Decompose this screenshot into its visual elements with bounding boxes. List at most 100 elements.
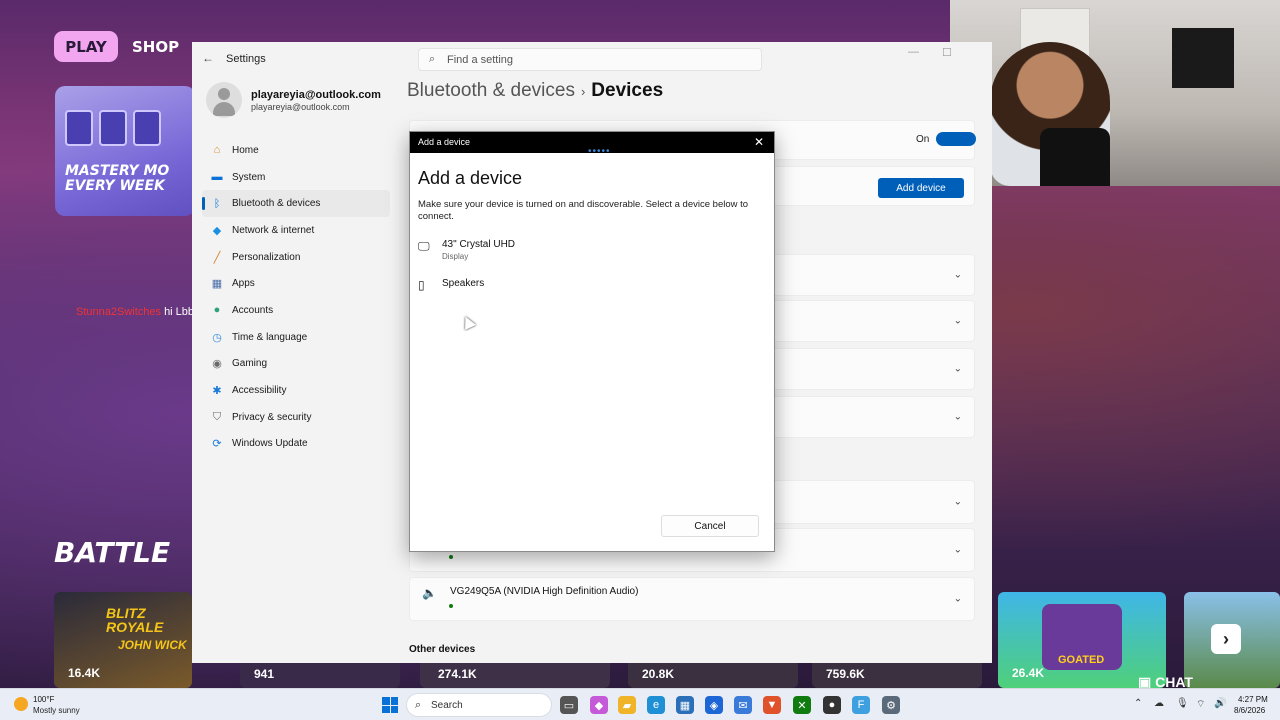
sidebar-item-home[interactable]: ⌂ Home [202,137,390,164]
taskbar-search-label: Search [431,700,463,711]
add-device-button[interactable]: Add device [878,178,964,198]
dialog-window-title: Add a device [418,137,471,147]
profile-name: playareyia@outlook.com [251,89,381,101]
speaker-icon: ▯ [418,278,425,292]
maximize-icon[interactable]: ☐ [942,46,952,59]
tile-title: GOATED [1058,654,1105,666]
promo-card[interactable]: MASTERY MO EVERY WEEK [55,86,195,216]
mail-icon[interactable]: ✉ [734,696,752,714]
sidebar-item-label: System [232,171,266,183]
promo-tile [133,110,161,146]
monitor-icon: 🖵 [418,239,430,253]
chat-username: Stunna2Switches [76,306,161,318]
edge-icon[interactable]: e [647,696,665,714]
sidebar-item-label: Gaming [232,358,268,370]
minimize-icon[interactable]: — [908,46,919,58]
stream-chat-line: Stunna2Switches hi Lbby [76,306,200,318]
sidebar-item-system[interactable]: ▬ System [202,164,390,191]
chevron-up-icon[interactable]: ⌃ [1134,698,1142,709]
chevron-down-icon: ⌄ [953,544,962,556]
file-explorer-icon[interactable]: ▰ [618,696,636,714]
taskbar-search[interactable]: ⌕ Search [406,693,552,717]
sidebar-item-label: Bluetooth & devices [232,198,321,210]
chevron-down-icon: ⌄ [953,496,962,508]
cancel-button[interactable]: Cancel [661,515,759,537]
settings-search-input[interactable]: ⌕ Find a setting [418,48,762,71]
settings-titlebar: ← Settings ⌕ Find a setting — ☐ [192,42,992,74]
close-icon[interactable]: ✕ [754,135,764,149]
player-count: 26.4K [1012,666,1045,680]
back-arrow-icon[interactable]: ← [202,51,214,65]
update-icon: ⟳ [212,438,222,451]
battle-heading: BATTLE [54,536,171,569]
add-device-dialog: Add a device ✕ ••••• Add a device Make s… [409,131,775,552]
weather-sun-icon[interactable] [14,697,28,711]
breadcrumb-parent[interactable]: Bluetooth & devices [407,80,575,101]
shield-icon: ⛉ [212,410,222,423]
bluetooth-state-label: On [916,134,930,145]
device-option[interactable]: ▯ Speakers [418,278,758,308]
copilot-icon[interactable]: ◆ [590,696,608,714]
sidebar-item-label: Apps [232,278,255,290]
sidebar-item-time-language[interactable]: ◷ Time & language [202,324,390,351]
play-tab[interactable]: PLAY [54,31,118,62]
home-icon: ⌂ [213,144,221,157]
accessibility-icon: ✱ [212,385,222,398]
cloud-icon[interactable]: ☁ [1154,698,1164,709]
shop-tab[interactable]: SHOP [132,38,179,56]
user-profile[interactable]: playareyia@outlook.com playareyia@outloo… [206,82,396,126]
bluetooth-toggle[interactable] [936,132,976,146]
settings-gear-icon[interactable]: ⚙ [882,696,900,714]
device-type: Display [442,252,469,261]
task-view-icon[interactable]: ▭ [560,696,578,714]
system-icon: ▬ [211,171,223,184]
sidebar-item-label: Personalization [232,251,301,263]
device-name: Speakers [442,278,485,289]
search-icon: ⌕ [415,699,422,711]
volume-icon[interactable]: 🔊 [1214,698,1226,709]
sidebar-item-bluetooth-devices[interactable]: ᛒ Bluetooth & devices [202,190,390,218]
game-tile[interactable]: BLITZ ROYALE JOHN WICK 16.4K [54,592,192,688]
brave-icon[interactable]: ▼ [763,696,781,714]
sidebar-item-accessibility[interactable]: ✱ Accessibility [202,377,390,404]
microphone-icon[interactable]: 🎙 [1176,698,1189,709]
sidebar-item-label: Windows Update [232,438,308,450]
clock-date[interactable]: 8/6/2026 [1234,706,1265,715]
speaker-icon: 🔈 [422,586,437,600]
status-dot [449,604,453,608]
player-count: 20.8K [642,667,675,681]
player-count: 274.1K [438,667,477,681]
xbox-icon[interactable]: ✕ [793,696,811,714]
sidebar-item-apps[interactable]: ▦ Apps [202,270,390,297]
search-placeholder: Find a setting [447,54,514,66]
sidebar-item-label: Privacy & security [232,411,312,423]
breadcrumb-chevron-icon: › [580,84,586,99]
app-title: Settings [226,53,266,65]
wifi-icon[interactable]: ⌔ [1196,698,1205,711]
sidebar-item-gaming[interactable]: ◉ Gaming [202,351,390,378]
loading-dots-icon: ••••• [588,146,611,157]
sidebar-item-label: Time & language [232,331,308,343]
sidebar-item-privacy-security[interactable]: ⛉ Privacy & security [202,404,390,431]
clock-icon: ◷ [212,331,222,344]
device-option[interactable]: 🖵 43" Crystal UHD Display [418,239,758,269]
device-card-vg249[interactable]: 🔈 VG249Q5A (NVIDIA High Definition Audio… [409,577,975,621]
store-icon[interactable]: ▦ [676,696,694,714]
dropbox-icon[interactable]: ◈ [705,696,723,714]
next-arrow-icon[interactable]: › [1211,624,1241,654]
sidebar-item-accounts[interactable]: ● Accounts [202,297,390,324]
obs-icon[interactable]: ● [823,696,841,714]
fortnite-icon[interactable]: F [852,696,870,714]
player-count: 759.6K [826,667,865,681]
network-icon: ◆ [212,224,222,237]
sidebar-item-network-internet[interactable]: ◆ Network & internet [202,217,390,244]
profile-email: playareyia@outlook.com [251,102,350,112]
chevron-down-icon: ⌄ [953,593,962,605]
sidebar-item-label: Home [232,144,259,156]
clock-time[interactable]: 4:27 PM [1238,695,1268,704]
sidebar-item-label: Accounts [232,304,274,316]
sidebar-item-personalization[interactable]: ╱ Personalization [202,244,390,271]
webcam-tv [1172,28,1234,88]
sidebar-item-windows-update[interactable]: ⟳ Windows Update [202,431,390,458]
start-button[interactable] [382,697,398,713]
